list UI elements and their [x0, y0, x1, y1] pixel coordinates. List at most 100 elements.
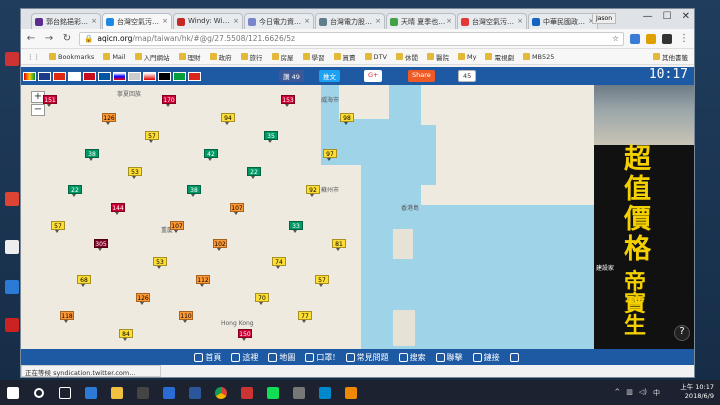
flag-icon[interactable]	[83, 71, 96, 81]
extension-icon[interactable]	[630, 33, 640, 44]
forward-icon[interactable]: →	[43, 33, 55, 44]
aqi-marker[interactable]: 107	[170, 221, 184, 233]
help-button[interactable]: ?	[674, 325, 690, 341]
bookmark-item[interactable]: 電視劇	[485, 52, 514, 62]
aqi-marker[interactable]: 150	[238, 329, 252, 341]
aqi-marker[interactable]: 53	[153, 257, 167, 269]
aqi-marker[interactable]: 112	[196, 275, 210, 287]
extension-icon[interactable]	[662, 33, 672, 44]
close-tab-icon[interactable]: ×	[91, 17, 97, 25]
aqi-marker[interactable]: 68	[77, 275, 91, 287]
browser-tab[interactable]: 今日電力資… ×	[244, 13, 314, 29]
word-icon[interactable]	[184, 382, 206, 404]
aqi-marker[interactable]: 33	[289, 221, 303, 233]
reload-icon[interactable]: ↻	[61, 33, 73, 44]
aqi-marker[interactable]: 305	[94, 239, 108, 251]
flag-icon[interactable]	[143, 71, 156, 81]
bookmark-item[interactable]: Mail	[103, 52, 126, 62]
store-icon[interactable]	[132, 382, 154, 404]
aqi-marker[interactable]: 126	[136, 293, 150, 305]
browser-tab[interactable]: Windy: Wi… ×	[173, 13, 243, 29]
edge-icon[interactable]	[80, 382, 102, 404]
aqi-marker[interactable]: 118	[60, 311, 74, 323]
aqi-marker[interactable]: 70	[255, 293, 269, 305]
task-view-icon[interactable]	[54, 382, 76, 404]
aqi-marker[interactable]: 92	[306, 185, 320, 197]
bookmark-item[interactable]: My	[457, 52, 476, 62]
footer-nav-item[interactable]: 搜索	[398, 352, 426, 363]
menu-icon[interactable]: ⋮	[678, 33, 690, 44]
aqi-marker[interactable]: 102	[213, 239, 227, 251]
share-button[interactable]: Share	[408, 70, 435, 82]
aqi-marker[interactable]: 151	[43, 95, 57, 107]
aqi-marker[interactable]: 81	[332, 239, 346, 251]
aqi-marker[interactable]: 170	[162, 95, 176, 107]
aqi-map[interactable]: + − 寧夏回族 威海市 Hong Kong 重慶 蘇州市 香港島 551101…	[21, 85, 594, 349]
footer-nav-item[interactable]: 常見問題	[345, 352, 389, 363]
bookmark-item[interactable]: DTV	[364, 52, 387, 62]
volume-icon[interactable]: ◁)	[639, 388, 647, 398]
app-icon[interactable]	[262, 382, 284, 404]
footer-nav-item[interactable]: 鏈接	[472, 352, 500, 363]
footer-nav-item[interactable]: 這裡	[231, 352, 258, 363]
maximize-icon[interactable]: ☐	[663, 11, 672, 22]
profile-button[interactable]: Jason	[591, 13, 616, 24]
aqi-marker[interactable]: 110	[179, 311, 193, 323]
aqi-marker[interactable]: 126	[102, 113, 116, 125]
star-icon[interactable]: ☆	[612, 34, 619, 43]
folder-icon[interactable]	[106, 382, 128, 404]
address-bar[interactable]: 🔒 aqicn.org/map/taiwan/hk/#@g/27.5508/12…	[79, 31, 624, 46]
app-icon[interactable]	[288, 382, 310, 404]
minimize-icon[interactable]: —	[643, 11, 653, 22]
aqi-marker[interactable]: 57	[145, 131, 159, 143]
chrome-icon[interactable]	[210, 382, 232, 404]
close-tab-icon[interactable]: ×	[375, 17, 381, 25]
aqi-marker[interactable]: 57	[51, 221, 65, 233]
aqi-marker[interactable]: 53	[128, 167, 142, 179]
flag-icon[interactable]	[158, 71, 171, 81]
advertisement[interactable]: 超值價格 建設家 帝寶生 ?	[594, 85, 694, 349]
ime-icon[interactable]: 中	[653, 388, 660, 398]
browser-tab[interactable]: 台灣電力股… ×	[315, 13, 385, 29]
tweet-button[interactable]: 推文	[319, 70, 340, 82]
app-icon[interactable]	[340, 382, 362, 404]
aqi-marker[interactable]: 38	[85, 149, 99, 161]
bookmark-item[interactable]: 旅行	[240, 52, 263, 62]
mail-icon[interactable]	[158, 382, 180, 404]
flag-icon[interactable]	[38, 71, 51, 81]
network-icon[interactable]: ▥	[626, 388, 633, 398]
close-tab-icon[interactable]: ×	[446, 17, 452, 25]
browser-tab[interactable]: 郭台銘挹彩… ×	[31, 13, 101, 29]
like-button[interactable]: 讚 49	[279, 70, 304, 82]
browser-tab[interactable]: 天晴 夏季也… ×	[386, 13, 456, 29]
flag-icon[interactable]	[188, 71, 201, 81]
bookmark-item[interactable]: 政府	[209, 52, 232, 62]
browser-tab[interactable]: 中華民國政…×	[528, 13, 598, 29]
close-tab-icon[interactable]: ×	[517, 17, 523, 25]
start-button[interactable]	[2, 382, 24, 404]
flag-icon[interactable]	[98, 71, 111, 81]
tray-clock[interactable]: 上午 10:17 2018/6/9	[680, 383, 714, 401]
aqi-marker[interactable]: 144	[111, 203, 125, 215]
aqi-marker[interactable]: 35	[264, 131, 278, 143]
browser-tab[interactable]: 台灣空氣污… ×	[102, 13, 172, 29]
bookmark-item[interactable]: Bookmarks	[49, 53, 94, 61]
desktop-shortcut-icon[interactable]	[2, 240, 22, 268]
aqi-marker[interactable]: 38	[187, 185, 201, 197]
search-icon[interactable]	[28, 382, 50, 404]
close-tab-icon[interactable]: ×	[304, 17, 310, 25]
flag-icon[interactable]	[128, 71, 141, 81]
aqi-marker[interactable]: 77	[298, 311, 312, 323]
aqi-marker[interactable]: 153	[281, 95, 295, 107]
aqi-marker[interactable]: 22	[247, 167, 261, 179]
aqi-marker[interactable]: 98	[340, 113, 354, 125]
aqi-marker[interactable]: 97	[323, 149, 337, 161]
bookmark-item[interactable]: 入門網站	[134, 52, 170, 62]
flag-icon[interactable]	[68, 71, 81, 81]
footer-nav-item[interactable]: 聯擊	[435, 352, 463, 363]
close-icon[interactable]: ✕	[682, 11, 690, 22]
browser-tab[interactable]: 台灣空氣污… ×	[457, 13, 527, 29]
aqi-marker[interactable]: 94	[221, 113, 235, 125]
apps-icon[interactable]: ⋮⋮	[27, 53, 40, 61]
close-tab-icon[interactable]: ×	[162, 17, 168, 25]
